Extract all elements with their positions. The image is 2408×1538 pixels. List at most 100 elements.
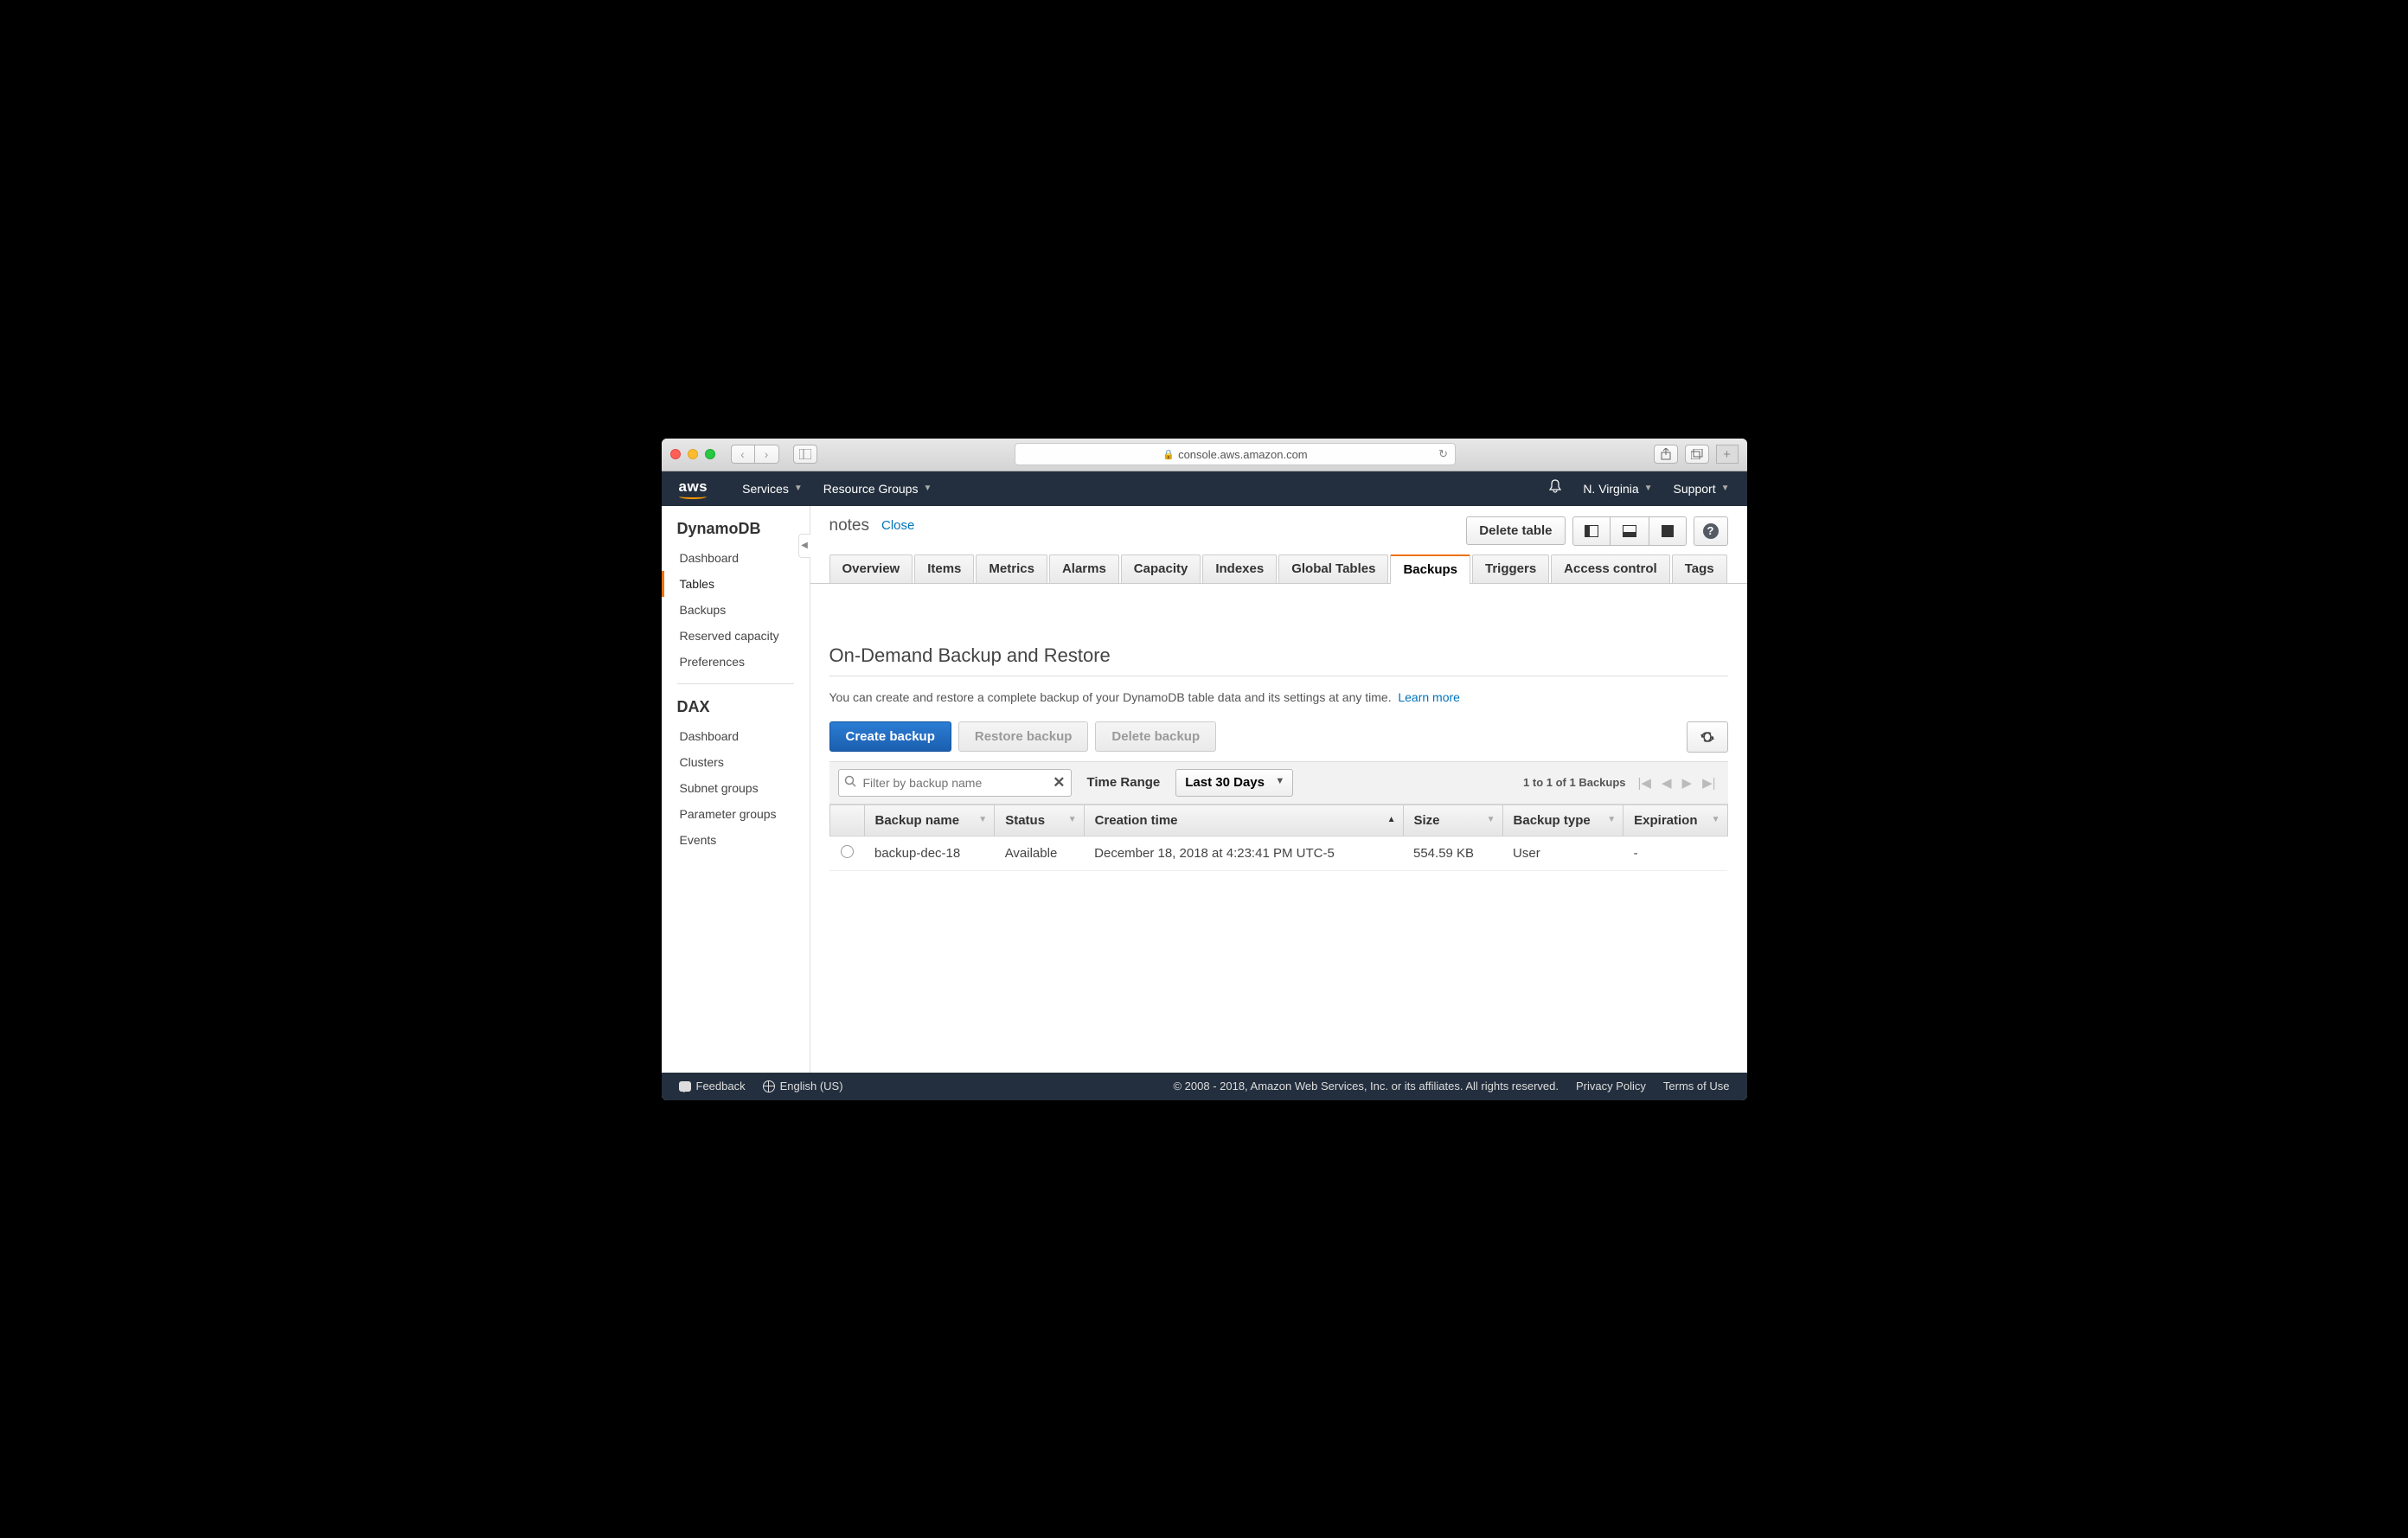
- tab-indexes[interactable]: Indexes: [1202, 554, 1277, 583]
- column-header-size[interactable]: Size▼: [1403, 804, 1502, 836]
- column-header-backup-type[interactable]: Backup type▼: [1502, 804, 1623, 836]
- traffic-lights: [670, 449, 715, 459]
- clear-filter-icon[interactable]: ✕: [1053, 774, 1065, 791]
- page-first-button[interactable]: |◀: [1635, 775, 1655, 791]
- description-text: You can create and restore a complete ba…: [829, 690, 1392, 704]
- sidebar-item-subnet-groups[interactable]: Subnet groups: [662, 775, 810, 801]
- sidebar: ◀ DynamoDB DashboardTablesBackupsReserve…: [662, 506, 810, 1073]
- terms-of-use-link[interactable]: Terms of Use: [1663, 1080, 1730, 1093]
- pagination: 1 to 1 of 1 Backups |◀ ◀ ▶ ▶|: [1523, 775, 1719, 791]
- delete-table-button[interactable]: Delete table: [1466, 516, 1565, 545]
- sidebar-heading-dax: DAX: [662, 693, 810, 723]
- tabs: OverviewItemsMetricsAlarmsCapacityIndexe…: [810, 546, 1747, 584]
- region-menu[interactable]: N. Virginia ▼: [1583, 482, 1652, 496]
- layout-left-button[interactable]: [1572, 516, 1611, 546]
- privacy-policy-link[interactable]: Privacy Policy: [1576, 1080, 1646, 1093]
- table-row[interactable]: backup-dec-18AvailableDecember 18, 2018 …: [829, 836, 1727, 870]
- tab-items[interactable]: Items: [914, 554, 974, 583]
- time-range-select[interactable]: Last 30 Days: [1175, 769, 1293, 797]
- tab-tags[interactable]: Tags: [1672, 554, 1727, 583]
- notifications-icon[interactable]: [1548, 479, 1562, 497]
- column-header-status[interactable]: Status▼: [995, 804, 1084, 836]
- aws-header: aws Services ▼ Resource Groups ▼ N. Virg…: [662, 471, 1747, 506]
- tab-backups[interactable]: Backups: [1390, 554, 1470, 583]
- language-selector[interactable]: English (US): [763, 1080, 843, 1093]
- page-last-button[interactable]: ▶|: [1699, 775, 1719, 791]
- tab-alarms[interactable]: Alarms: [1049, 554, 1119, 583]
- caret-down-icon: ▼: [923, 484, 932, 493]
- table-name: notes: [829, 516, 869, 535]
- sidebar-item-tables[interactable]: Tables: [662, 571, 810, 597]
- sidebar-item-parameter-groups[interactable]: Parameter groups: [662, 801, 810, 827]
- forward-button[interactable]: ›: [755, 445, 779, 464]
- content-header: notes Close Delete table ?: [810, 506, 1747, 546]
- globe-icon: [763, 1080, 775, 1093]
- sidebar-toggle-button[interactable]: [793, 445, 817, 464]
- aws-footer: Feedback English (US) © 2008 - 2018, Ama…: [662, 1073, 1747, 1100]
- layout-full-button[interactable]: [1649, 516, 1687, 546]
- tab-triggers[interactable]: Triggers: [1472, 554, 1549, 583]
- sidebar-divider: [677, 683, 794, 684]
- backup-filter-input[interactable]: [838, 769, 1072, 797]
- new-tab-button[interactable]: +: [1716, 445, 1739, 464]
- url-bar[interactable]: 🔒 console.aws.amazon.com ↻: [1015, 443, 1456, 465]
- learn-more-link[interactable]: Learn more: [1398, 690, 1460, 704]
- backup-action-row: Create backup Restore backup Delete back…: [829, 721, 1728, 753]
- sidebar-item-events[interactable]: Events: [662, 827, 810, 853]
- feedback-link[interactable]: Feedback: [679, 1080, 746, 1093]
- nav-buttons: ‹ ›: [731, 445, 779, 464]
- column-header-backup-name[interactable]: Backup name▼: [864, 804, 995, 836]
- sidebar-item-backups[interactable]: Backups: [662, 597, 810, 623]
- backups-table: Backup name▼Status▼Creation time▲Size▼Ba…: [829, 804, 1728, 871]
- row-radio[interactable]: [841, 845, 854, 858]
- sidebar-item-dashboard[interactable]: Dashboard: [662, 545, 810, 571]
- minimize-window-button[interactable]: [688, 449, 698, 459]
- restore-backup-button[interactable]: Restore backup: [958, 721, 1089, 752]
- copyright-text: © 2008 - 2018, Amazon Web Services, Inc.…: [1173, 1080, 1559, 1093]
- tab-capacity[interactable]: Capacity: [1121, 554, 1201, 583]
- share-button[interactable]: [1654, 445, 1678, 464]
- page-next-button[interactable]: ▶: [1679, 775, 1696, 791]
- sidebar-collapse-button[interactable]: ◀: [798, 534, 810, 558]
- support-label: Support: [1674, 482, 1716, 496]
- create-backup-button[interactable]: Create backup: [829, 721, 951, 752]
- page-prev-button[interactable]: ◀: [1658, 775, 1675, 791]
- sidebar-item-reserved-capacity[interactable]: Reserved capacity: [662, 623, 810, 649]
- layout-button-group: [1572, 516, 1687, 546]
- sort-icon: ▼: [1068, 815, 1077, 824]
- cell-status: Available: [995, 836, 1084, 870]
- maximize-window-button[interactable]: [705, 449, 715, 459]
- resource-groups-label: Resource Groups: [823, 482, 919, 496]
- time-range-label: Time Range: [1087, 775, 1161, 790]
- caret-down-icon: ▼: [794, 484, 803, 493]
- tabs-button[interactable]: [1685, 445, 1709, 464]
- cell-type: User: [1502, 836, 1623, 870]
- services-menu[interactable]: Services ▼: [742, 482, 803, 496]
- sidebar-item-preferences[interactable]: Preferences: [662, 649, 810, 675]
- help-icon: ?: [1703, 523, 1719, 539]
- aws-logo[interactable]: aws: [679, 478, 708, 499]
- sidebar-item-clusters[interactable]: Clusters: [662, 749, 810, 775]
- resource-groups-menu[interactable]: Resource Groups ▼: [823, 482, 932, 496]
- sidebar-item-dashboard[interactable]: Dashboard: [662, 723, 810, 749]
- browser-chrome: ‹ › 🔒 console.aws.amazon.com ↻ +: [662, 439, 1747, 471]
- delete-backup-button[interactable]: Delete backup: [1095, 721, 1216, 752]
- tab-access-control[interactable]: Access control: [1551, 554, 1670, 583]
- refresh-button[interactable]: [1687, 721, 1728, 753]
- feedback-label: Feedback: [696, 1080, 746, 1093]
- help-button[interactable]: ?: [1694, 516, 1728, 546]
- back-button[interactable]: ‹: [731, 445, 755, 464]
- sort-icon: ▼: [978, 815, 987, 824]
- column-header-expiration[interactable]: Expiration▼: [1623, 804, 1727, 836]
- layout-bottom-button[interactable]: [1611, 516, 1649, 546]
- column-header-creation-time[interactable]: Creation time▲: [1084, 804, 1403, 836]
- support-menu[interactable]: Support ▼: [1674, 482, 1730, 496]
- tab-metrics[interactable]: Metrics: [976, 554, 1047, 583]
- tab-overview[interactable]: Overview: [829, 554, 913, 583]
- close-link[interactable]: Close: [881, 518, 914, 533]
- filter-row: ✕ Time Range Last 30 Days ▼ 1 to 1 of 1 …: [829, 761, 1728, 804]
- close-window-button[interactable]: [670, 449, 681, 459]
- reload-icon[interactable]: ↻: [1438, 447, 1448, 461]
- section-title: On-Demand Backup and Restore: [829, 644, 1728, 667]
- tab-global-tables[interactable]: Global Tables: [1278, 554, 1388, 583]
